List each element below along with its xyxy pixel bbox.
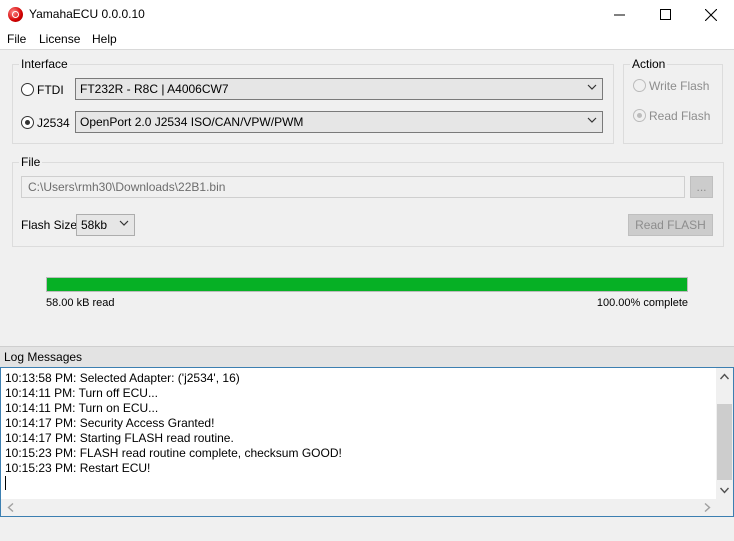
log-line: 10:14:11 PM: Turn off ECU... [5,386,158,400]
log-header: Log Messages [0,346,734,367]
log-line: 10:15:23 PM: Restart ECU! [5,461,151,475]
minimize-icon [613,14,625,16]
log-line: 10:15:23 PM: FLASH read routine complete… [5,446,342,460]
menu-license[interactable]: License [39,32,80,46]
chevron-down-icon [119,220,129,226]
chevron-down-icon [587,84,597,90]
progress-percent-text: 100.00% complete [596,297,688,309]
close-button[interactable] [688,0,734,29]
menu-bar: File License Help [0,29,734,50]
log-line: 10:14:17 PM: Starting FLASH read routine… [5,431,234,445]
maximize-button[interactable] [642,0,688,29]
file-path-value: C:\Users\rmh30\Downloads\22B1.bin [28,180,226,194]
action-group: Action [623,57,723,144]
scroll-down-icon[interactable] [720,487,729,494]
vertical-scroll-thumb[interactable] [717,404,732,480]
log-title: Log Messages [4,350,83,364]
j2534-device-select[interactable]: OpenPort 2.0 J2534 ISO/CAN/VPW/PWM [75,111,603,133]
menu-file[interactable]: File [7,32,26,46]
progress-bar [46,277,688,292]
scrollbar-corner [716,499,733,516]
vertical-scrollbar[interactable] [716,368,733,500]
ftdi-radio[interactable] [21,83,34,96]
log-line: 10:13:58 PM: Selected Adapter: ('j2534',… [5,371,240,385]
action-group-title: Action [630,57,668,71]
file-path-input[interactable]: C:\Users\rmh30\Downloads\22B1.bin [21,176,685,198]
log-line: 10:14:11 PM: Turn on ECU... [5,401,159,415]
horizontal-scrollbar[interactable] [1,499,717,516]
scroll-left-icon[interactable] [7,503,14,512]
progress-bar-fill [47,278,687,291]
flash-size-value: 58kb [81,218,108,232]
scroll-right-icon[interactable] [704,503,711,512]
write-flash-radio[interactable] [633,79,646,92]
read-flash-radio[interactable] [633,109,646,122]
interface-group-title: Interface [19,57,70,71]
title-bar: YamahaECU 0.0.0.10 [0,0,734,29]
close-icon [705,8,717,21]
ftdi-label: FTDI [37,83,64,97]
scroll-up-icon[interactable] [720,373,729,380]
menu-help[interactable]: Help [92,32,117,46]
log-line: 10:14:17 PM: Security Access Granted! [5,416,215,430]
write-flash-label: Write Flash [649,79,710,93]
j2534-device-value: OpenPort 2.0 J2534 ISO/CAN/VPW/PWM [80,115,304,129]
log-messages-box[interactable]: 10:13:58 PM: Selected Adapter: ('j2534',… [0,367,734,517]
browse-button[interactable]: ... [690,176,713,198]
read-flash-button[interactable]: Read FLASH [628,214,713,236]
progress-read-text: 58.00 kB read [46,297,115,309]
maximize-icon [659,9,671,20]
flash-size-label: Flash Size [21,218,78,232]
read-flash-label: Read Flash [649,109,711,123]
j2534-label: J2534 [37,116,70,130]
chevron-down-icon [587,117,597,123]
ftdi-device-select[interactable]: FT232R - R8C | A4006CW7 [75,78,603,100]
file-group-title: File [19,155,43,169]
text-cursor [5,476,6,490]
window-title: YamahaECU 0.0.0.10 [29,7,145,21]
j2534-radio[interactable] [21,116,34,129]
app-logo-icon [8,7,23,22]
flash-size-select[interactable]: 58kb [76,214,135,236]
minimize-button[interactable] [596,0,642,29]
ftdi-device-value: FT232R - R8C | A4006CW7 [80,82,229,96]
